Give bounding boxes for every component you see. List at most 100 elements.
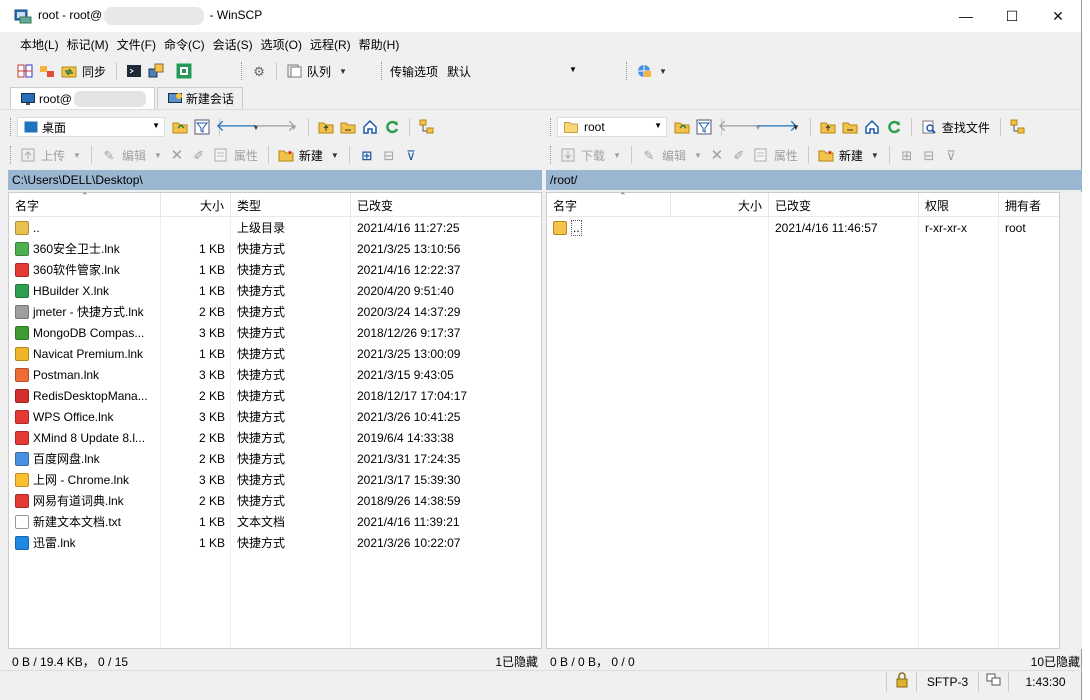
tab-new-session[interactable]: 新建会话 — [156, 87, 243, 109]
col-header-type[interactable]: 类型 — [231, 193, 351, 217]
refresh-icon[interactable] — [383, 118, 401, 136]
select-all-icon[interactable]: ⊞ — [358, 146, 376, 164]
properties-button[interactable]: 属性 — [774, 147, 798, 164]
putty-icon[interactable] — [147, 62, 165, 80]
properties-icon[interactable] — [752, 146, 770, 164]
edit-icon[interactable]: ✎ — [640, 146, 658, 164]
table-row[interactable]: 360软件管家.lnk 1 KB 快捷方式 2021/4/16 12:22:37 — [9, 259, 541, 280]
remote-hidden-count[interactable]: 10已隐藏 — [1031, 653, 1082, 670]
filter-select-icon[interactable]: ⊽ — [402, 146, 420, 164]
filter-icon[interactable] — [695, 118, 713, 136]
find-files-button[interactable]: 查找文件 — [942, 119, 990, 136]
sync-browse-icon[interactable] — [38, 62, 56, 80]
col-header-name[interactable]: 名字 ⌃ — [9, 191, 161, 217]
properties-icon[interactable] — [212, 146, 230, 164]
rename-icon[interactable]: ✐ — [730, 146, 748, 164]
edit-button[interactable]: 编辑 — [662, 147, 686, 164]
local-hidden-count[interactable]: 1已隐藏 — [495, 653, 542, 670]
close-button[interactable]: ✕ — [1035, 0, 1081, 32]
local-file-list[interactable]: 名字 ⌃ 大小 类型 已改变 .. 上级目录 2021/4/16 11:27:25 36… — [8, 191, 542, 649]
table-row[interactable]: 360安全卫士.lnk 1 KB 快捷方式 2021/3/25 13:10:56 — [9, 238, 541, 259]
chevron-down-icon[interactable]: ▼ — [792, 123, 800, 132]
remote-scrollbar[interactable] — [1060, 192, 1082, 649]
menu-files[interactable]: 文件(F) — [113, 36, 160, 53]
col-header-size[interactable]: 大小 — [671, 193, 769, 217]
parent-dir-icon[interactable] — [819, 118, 837, 136]
local-location-select[interactable]: 桌面 ▼ — [17, 117, 165, 137]
back-arrow-icon[interactable]: 🡐 — [216, 118, 259, 136]
new-folder-icon[interactable]: ✶ — [817, 146, 835, 164]
open-folder-icon[interactable] — [673, 118, 691, 136]
chevron-down-icon[interactable]: ▼ — [331, 151, 339, 160]
minimize-button[interactable]: — — [943, 0, 989, 32]
filter-select-icon[interactable]: ⊽ — [942, 146, 960, 164]
delete-icon[interactable]: ✕ — [708, 146, 726, 164]
edit-icon[interactable]: ✎ — [100, 146, 118, 164]
table-row[interactable]: jmeter - 快捷方式.lnk 2 KB 快捷方式 2020/3/24 14:37… — [9, 301, 541, 322]
maximize-button[interactable]: ☐ — [989, 0, 1035, 32]
upload-icon[interactable] — [19, 146, 37, 164]
local-path-bar[interactable]: C:\Users\DELL\Desktop\ — [8, 170, 542, 190]
chevron-down-icon[interactable]: ▼ — [73, 151, 81, 160]
tree-icon[interactable] — [1009, 118, 1027, 136]
preferences-app-icon[interactable] — [175, 62, 193, 80]
unselect-icon[interactable]: ⊟ — [380, 146, 398, 164]
home-icon[interactable] — [863, 118, 881, 136]
properties-button[interactable]: 属性 — [234, 147, 258, 164]
chevron-down-icon[interactable]: ▼ — [659, 67, 667, 76]
col-header-owner[interactable]: 拥有者 — [999, 193, 1059, 217]
remote-file-list[interactable]: 名字 ⌃ 大小 已改变 权限 拥有者 .. 2021/4/16 11:46:57 … — [546, 191, 1060, 649]
unselect-icon[interactable]: ⊟ — [920, 146, 938, 164]
tab-session-root[interactable]: root@ — [10, 87, 155, 109]
root-dir-icon[interactable] — [841, 118, 859, 136]
col-header-modified[interactable]: 已改变 — [769, 193, 919, 217]
filter-icon[interactable] — [193, 118, 211, 136]
table-row[interactable]: 网易有道词典.lnk 2 KB 快捷方式 2018/9/26 14:38:59 — [9, 490, 541, 511]
table-row[interactable]: 百度网盘.lnk 2 KB 快捷方式 2021/3/31 17:24:35 — [9, 448, 541, 469]
table-row[interactable]: 新建文本文档.txt 1 KB 文本文档 2021/4/16 11:39:21 — [9, 511, 541, 532]
table-row[interactable]: .. 上级目录 2021/4/16 11:27:25 — [9, 217, 541, 238]
globe-icon[interactable] — [635, 62, 653, 80]
download-button[interactable]: 下载 — [581, 147, 605, 164]
table-row[interactable]: Navicat Premium.lnk 1 KB 快捷方式 2021/3/25 13:… — [9, 343, 541, 364]
transfer-settings-select[interactable]: 默认 ▼ — [442, 61, 582, 81]
compare-dirs-icon[interactable] — [16, 62, 34, 80]
lock-status[interactable] — [886, 671, 916, 692]
connection-status[interactable] — [978, 671, 1008, 692]
forward-arrow-icon[interactable]: 🡒 — [253, 118, 296, 136]
chevron-down-icon[interactable]: ▼ — [871, 151, 879, 160]
tree-icon[interactable] — [418, 118, 436, 136]
menu-remote[interactable]: 远程(R) — [306, 36, 355, 53]
col-header-modified[interactable]: 已改变 — [351, 193, 541, 217]
remote-location-select[interactable]: root ▼ — [557, 117, 667, 137]
table-row[interactable]: XMind 8 Update 8.l... 2 KB 快捷方式 2019/6/4 14… — [9, 427, 541, 448]
table-row[interactable]: HBuilder X.lnk 1 KB 快捷方式 2020/4/20 9:51:40 — [9, 280, 541, 301]
chevron-down-icon[interactable]: ▼ — [613, 151, 621, 160]
remote-path-bar[interactable]: /root/ — [546, 170, 1082, 190]
chevron-down-icon[interactable]: ▼ — [290, 123, 298, 132]
chevron-down-icon[interactable]: ▼ — [339, 67, 347, 76]
home-icon[interactable] — [361, 118, 379, 136]
col-header-name[interactable]: 名字 ⌃ — [547, 191, 671, 217]
new-folder-icon[interactable]: ✶ — [277, 146, 295, 164]
menu-commands[interactable]: 命令(C) — [160, 36, 209, 53]
new-button[interactable]: 新建 — [839, 147, 863, 164]
table-row[interactable]: MongoDB Compas... 3 KB 快捷方式 2018/12/26 9:17… — [9, 322, 541, 343]
parent-dir-icon[interactable] — [317, 118, 335, 136]
table-row[interactable]: RedisDesktopMana... 2 KB 快捷方式 2018/12/17 17… — [9, 385, 541, 406]
edit-button[interactable]: 编辑 — [122, 147, 146, 164]
menu-mark[interactable]: 标记(M) — [63, 36, 113, 53]
upload-button[interactable]: 上传 — [41, 147, 65, 164]
menu-local[interactable]: 本地(L) — [16, 36, 63, 53]
delete-icon[interactable]: ✕ — [168, 146, 186, 164]
open-folder-icon[interactable] — [171, 118, 189, 136]
forward-arrow-icon[interactable]: 🡒 — [755, 118, 798, 136]
back-arrow-icon[interactable]: 🡐 — [718, 118, 761, 136]
table-row[interactable]: .. 2021/4/16 11:46:57 r-xr-xr-x root — [547, 217, 1059, 238]
download-icon[interactable] — [559, 146, 577, 164]
root-dir-icon[interactable] — [339, 118, 357, 136]
synchronize-icon[interactable] — [60, 62, 78, 80]
queue-icon[interactable] — [285, 62, 303, 80]
gear-icon[interactable]: ⚙ — [250, 62, 268, 80]
synchronize-button[interactable]: 同步 — [82, 63, 106, 80]
